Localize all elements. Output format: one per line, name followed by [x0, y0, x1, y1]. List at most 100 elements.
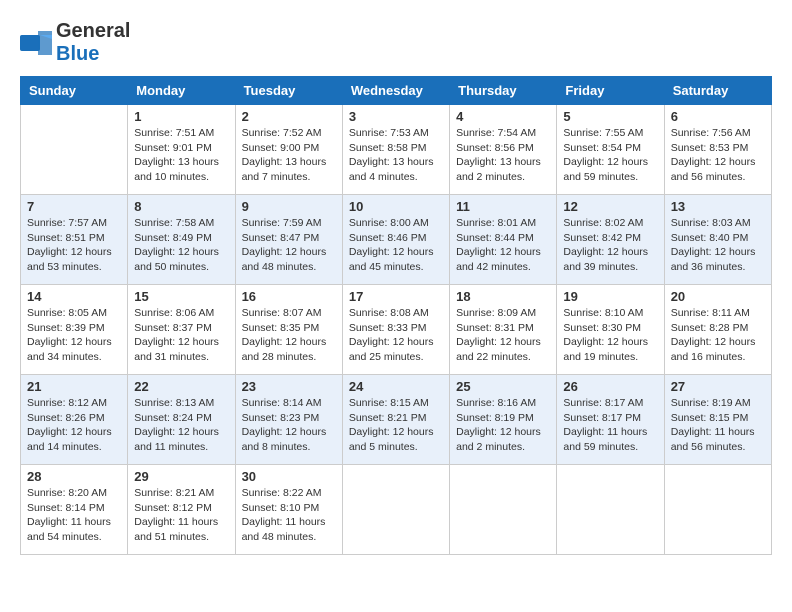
day-info: Sunrise: 8:17 AMSunset: 8:17 PMDaylight:…	[563, 396, 657, 455]
day-info: Sunrise: 8:14 AMSunset: 8:23 PMDaylight:…	[242, 396, 336, 455]
sunrise-text: Sunrise: 8:01 AM	[456, 216, 550, 231]
calendar-cell: 5Sunrise: 7:55 AMSunset: 8:54 PMDaylight…	[557, 105, 664, 195]
sunset-text: Sunset: 8:14 PM	[27, 501, 121, 516]
calendar-week-1: 1Sunrise: 7:51 AMSunset: 9:01 PMDaylight…	[21, 105, 772, 195]
sunrise-text: Sunrise: 8:17 AM	[563, 396, 657, 411]
calendar-table: SundayMondayTuesdayWednesdayThursdayFrid…	[20, 76, 772, 555]
day-number: 2	[242, 109, 336, 124]
calendar-cell: 2 Sunrise: 7:52 AMSunset: 9:00 PMDaylight…	[235, 105, 342, 195]
sunset-text: Sunset: 8:26 PM	[27, 411, 121, 426]
day-info: Sunrise: 7:55 AMSunset: 8:54 PMDaylight:…	[563, 126, 657, 185]
day-number: 20	[671, 289, 765, 304]
day-number: 22	[134, 379, 228, 394]
sunset-text: Sunset: 8:53 PM	[671, 141, 765, 156]
day-number: 15	[134, 289, 228, 304]
day-number: 10	[349, 199, 443, 214]
day-info: Sunrise: 7:57 AMSunset: 8:51 PMDaylight:…	[27, 216, 121, 275]
day-number: 7	[27, 199, 121, 214]
daylight-text: Daylight: 13 hours and 2 minutes.	[456, 155, 550, 184]
logo: General Blue	[20, 20, 130, 66]
calendar-cell: 22Sunrise: 8:13 AMSunset: 8:24 PMDayligh…	[128, 375, 235, 465]
sunset-text: Sunset: 8:23 PM	[242, 411, 336, 426]
day-number: 19	[563, 289, 657, 304]
daylight-text: Daylight: 12 hours and 36 minutes.	[671, 245, 765, 274]
day-number: 25	[456, 379, 550, 394]
day-info: Sunrise: 7:58 AMSunset: 8:49 PMDaylight:…	[134, 216, 228, 275]
daylight-text: Daylight: 12 hours and 45 minutes.	[349, 245, 443, 274]
calendar-week-5: 28 Sunrise: 8:20 AMSunset: 8:14 PMDayligh…	[21, 465, 772, 555]
header-friday: Friday	[557, 77, 664, 105]
calendar-cell: 8 Sunrise: 7:58 AMSunset: 8:49 PMDaylight…	[128, 195, 235, 285]
sunrise-text: Sunrise: 8:03 AM	[671, 216, 765, 231]
day-number: 28	[27, 469, 121, 484]
daylight-text: Daylight: 12 hours and 53 minutes.	[27, 245, 121, 274]
day-number: 1	[134, 109, 228, 124]
day-number: 12	[563, 199, 657, 214]
sunrise-text: Sunrise: 8:07 AM	[242, 306, 336, 321]
daylight-text: Daylight: 13 hours and 7 minutes.	[242, 155, 336, 184]
sunrise-text: Sunrise: 8:13 AM	[134, 396, 228, 411]
daylight-text: Daylight: 12 hours and 28 minutes.	[242, 335, 336, 364]
sunrise-text: Sunrise: 8:10 AM	[563, 306, 657, 321]
sunrise-text: Sunrise: 8:02 AM	[563, 216, 657, 231]
page-header: General Blue	[20, 20, 772, 66]
calendar-cell: 12Sunrise: 8:02 AMSunset: 8:42 PMDayligh…	[557, 195, 664, 285]
calendar-cell	[450, 465, 557, 555]
daylight-text: Daylight: 11 hours and 54 minutes.	[27, 515, 121, 544]
sunrise-text: Sunrise: 8:15 AM	[349, 396, 443, 411]
sunset-text: Sunset: 8:37 PM	[134, 321, 228, 336]
day-info: Sunrise: 8:08 AMSunset: 8:33 PMDaylight:…	[349, 306, 443, 365]
daylight-text: Daylight: 12 hours and 31 minutes.	[134, 335, 228, 364]
calendar-cell: 29Sunrise: 8:21 AMSunset: 8:12 PMDayligh…	[128, 465, 235, 555]
day-number: 4	[456, 109, 550, 124]
day-info: Sunrise: 8:19 AMSunset: 8:15 PMDaylight:…	[671, 396, 765, 455]
daylight-text: Daylight: 12 hours and 22 minutes.	[456, 335, 550, 364]
sunrise-text: Sunrise: 7:51 AM	[134, 126, 228, 141]
day-info: Sunrise: 8:09 AMSunset: 8:31 PMDaylight:…	[456, 306, 550, 365]
day-number: 9	[242, 199, 336, 214]
header-sunday: Sunday	[21, 77, 128, 105]
sunset-text: Sunset: 8:40 PM	[671, 231, 765, 246]
daylight-text: Daylight: 12 hours and 25 minutes.	[349, 335, 443, 364]
calendar-week-4: 21Sunrise: 8:12 AMSunset: 8:26 PMDayligh…	[21, 375, 772, 465]
calendar-cell: 15 Sunrise: 8:06 AMSunset: 8:37 PMDayligh…	[128, 285, 235, 375]
sunset-text: Sunset: 8:49 PM	[134, 231, 228, 246]
daylight-text: Daylight: 13 hours and 4 minutes.	[349, 155, 443, 184]
sunset-text: Sunset: 8:30 PM	[563, 321, 657, 336]
day-info: Sunrise: 7:52 AMSunset: 9:00 PMDaylight:…	[242, 126, 336, 185]
calendar-cell: 21Sunrise: 8:12 AMSunset: 8:26 PMDayligh…	[21, 375, 128, 465]
header-tuesday: Tuesday	[235, 77, 342, 105]
sunset-text: Sunset: 8:56 PM	[456, 141, 550, 156]
day-info: Sunrise: 7:54 AMSunset: 8:56 PMDaylight:…	[456, 126, 550, 185]
day-number: 17	[349, 289, 443, 304]
sunrise-text: Sunrise: 8:21 AM	[134, 486, 228, 501]
day-number: 23	[242, 379, 336, 394]
day-info: Sunrise: 8:20 AMSunset: 8:14 PMDaylight:…	[27, 486, 121, 545]
day-info: Sunrise: 8:06 AMSunset: 8:37 PMDaylight:…	[134, 306, 228, 365]
daylight-text: Daylight: 12 hours and 39 minutes.	[563, 245, 657, 274]
sunrise-text: Sunrise: 8:12 AM	[27, 396, 121, 411]
daylight-text: Daylight: 11 hours and 51 minutes.	[134, 515, 228, 544]
day-number: 3	[349, 109, 443, 124]
day-info: Sunrise: 8:10 AMSunset: 8:30 PMDaylight:…	[563, 306, 657, 365]
daylight-text: Daylight: 11 hours and 56 minutes.	[671, 425, 765, 454]
sunset-text: Sunset: 8:46 PM	[349, 231, 443, 246]
daylight-text: Daylight: 12 hours and 56 minutes.	[671, 155, 765, 184]
day-number: 8	[134, 199, 228, 214]
daylight-text: Daylight: 12 hours and 14 minutes.	[27, 425, 121, 454]
daylight-text: Daylight: 12 hours and 5 minutes.	[349, 425, 443, 454]
sunrise-text: Sunrise: 7:54 AM	[456, 126, 550, 141]
day-number: 26	[563, 379, 657, 394]
day-info: Sunrise: 8:05 AMSunset: 8:39 PMDaylight:…	[27, 306, 121, 365]
calendar-cell: 25Sunrise: 8:16 AMSunset: 8:19 PMDayligh…	[450, 375, 557, 465]
calendar-cell	[342, 465, 449, 555]
day-info: Sunrise: 8:12 AMSunset: 8:26 PMDaylight:…	[27, 396, 121, 455]
sunrise-text: Sunrise: 8:22 AM	[242, 486, 336, 501]
logo-blue: Blue	[56, 43, 99, 65]
daylight-text: Daylight: 12 hours and 50 minutes.	[134, 245, 228, 274]
sunset-text: Sunset: 9:00 PM	[242, 141, 336, 156]
day-number: 27	[671, 379, 765, 394]
sunrise-text: Sunrise: 7:52 AM	[242, 126, 336, 141]
sunset-text: Sunset: 8:24 PM	[134, 411, 228, 426]
sunset-text: Sunset: 8:39 PM	[27, 321, 121, 336]
